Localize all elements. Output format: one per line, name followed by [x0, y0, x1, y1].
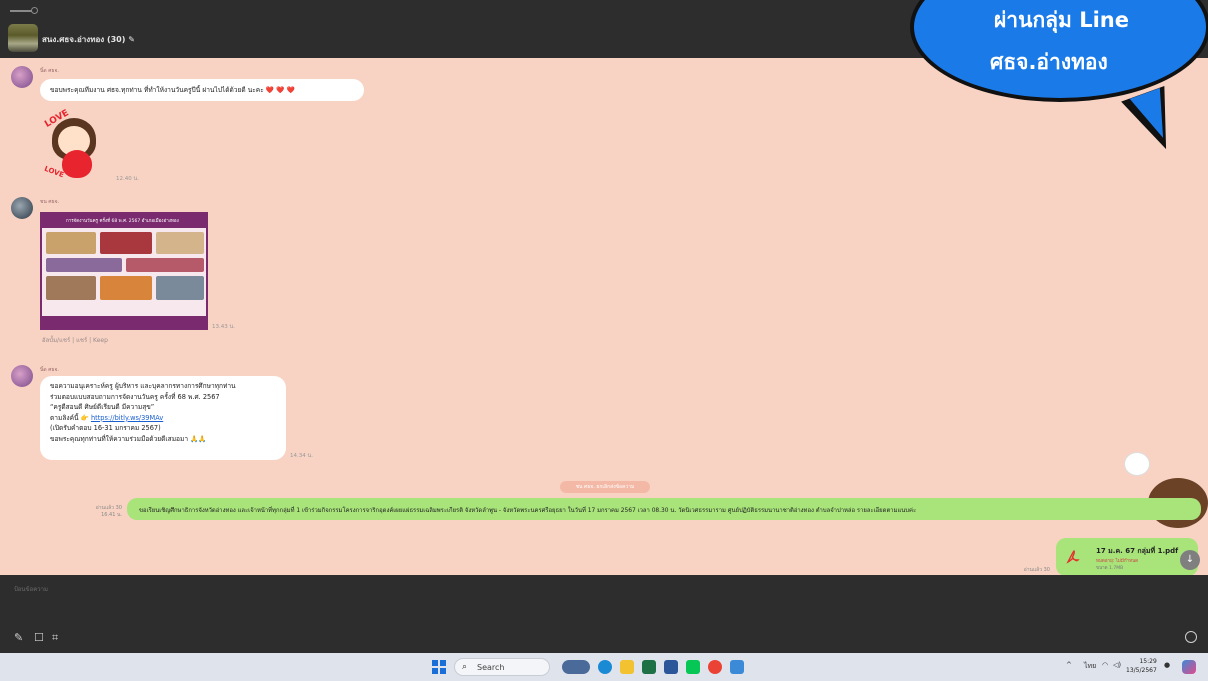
love-sticker[interactable]: LOVE LOVE [38, 108, 110, 184]
read-receipt: อ่านแล้ว 30 16.41 น. [76, 505, 122, 519]
copilot-icon[interactable] [1182, 660, 1196, 674]
overlay-text: ผ่านกลุ่ม Line [994, 8, 1129, 32]
message-link[interactable]: https://bitly.ws/39MAv [91, 414, 163, 422]
poster-photo [100, 276, 152, 300]
poster-image[interactable]: การจัดงานวันครู ครั้งที่ 68 พ.ศ. 2567 อำ… [40, 212, 208, 330]
group-avatar[interactable] [8, 24, 38, 52]
group-title[interactable]: สนง.ศธจ.อ่างทอง (30) ✎ [42, 33, 135, 46]
taskbar: ⌕ Search ^ ไทย ◠ ◁) 15:29 13/5/2567 ● [0, 653, 1208, 681]
group-title-text: สนง.ศธจ.อ่างทอง (30) [42, 35, 126, 44]
image-viewer-icon[interactable] [730, 660, 744, 674]
clock-date: 13/5/2567 [1126, 667, 1157, 674]
message-actions[interactable]: อัลบั้ม/แชร์ | แชร์ | Keep [42, 335, 108, 345]
overlay-text: ศธจ.อ่างทอง [990, 50, 1108, 74]
file-size: ขนาด 1.7MB [1096, 566, 1124, 571]
poster-photo [46, 258, 122, 272]
poster-photo [46, 232, 96, 254]
message-text: ขอเรียนเชิญศึกษาธิการจังหวัดอ่างทอง และเ… [139, 508, 917, 514]
word-icon[interactable] [664, 660, 678, 674]
message-line: (เปิดรับคำตอบ 16-31 มกราคม 2567) [50, 424, 161, 433]
message-input-area[interactable]: ป้อนข้อความ ✎ ☐ ⌗ [0, 575, 1208, 653]
file-message[interactable]: 17 ม.ค. 67 กลุ่มที่ 1.pdf หมดอายุ: ไม่มี… [1056, 538, 1198, 576]
sender-name: ชน ศธจ. [40, 199, 60, 205]
excel-icon[interactable] [642, 660, 656, 674]
system-clock[interactable]: 15:29 13/5/2567 [1126, 657, 1157, 675]
volume-icon[interactable]: ◁) [1113, 661, 1121, 669]
message-input[interactable]: ป้อนข้อความ [14, 584, 48, 594]
message-line: ร่วมตอบแบบสอบถามการจัดงานวันครู ครั้งที่… [50, 392, 220, 401]
widgets-icon[interactable] [562, 660, 590, 674]
read-receipt: อ่านแล้ว 30 [1023, 567, 1050, 573]
search-icon: ⌕ [462, 662, 468, 672]
message-time: 16.41 น. [101, 512, 122, 518]
message-time: 13.43 น. [212, 324, 236, 330]
emoji-icon[interactable] [1185, 631, 1197, 643]
message-text: ขอบพระคุณทีมงาน ศธจ.ทุกท่าน ที่ทำให้งานว… [50, 86, 295, 94]
sender-avatar[interactable] [11, 365, 33, 387]
message-line: ขอพระคุณทุกท่านที่ให้ความร่วมมือด้วยดีเส… [50, 434, 207, 443]
attach-icon[interactable]: ✎ [14, 631, 23, 644]
poster-photo [126, 258, 204, 272]
search-label: Search [477, 663, 505, 672]
heart-icon [62, 150, 92, 178]
tray-chevron-icon[interactable]: ^ [1066, 661, 1072, 669]
sender-avatar[interactable] [11, 66, 33, 88]
message-bubble[interactable]: ขอความอนุเคราะห์ครู ผู้บริหาร และบุคลากร… [40, 376, 286, 460]
file-name: 17 ม.ค. 67 กลุ่มที่ 1.pdf [1096, 547, 1179, 555]
language-indicator[interactable]: ไทย [1084, 661, 1096, 672]
sender-name: นิ้ด ศธจ. [40, 68, 59, 74]
poster-title: การจัดงานวันครู ครั้งที่ 68 พ.ศ. 2567 อำ… [66, 219, 179, 224]
scroll-down-icon[interactable]: ↓ [1180, 550, 1200, 570]
message-text: ตามลิงค์นี้ 👉 [50, 413, 89, 422]
poster-photo [156, 232, 204, 254]
file-explorer-icon[interactable] [620, 660, 634, 674]
windows-start-icon[interactable] [432, 660, 446, 674]
message-time: 14.34 น. [290, 453, 314, 459]
sender-avatar[interactable] [11, 197, 33, 219]
edge-icon[interactable] [598, 660, 612, 674]
message-line: ตามลิงค์นี้ 👉 https://bitly.ws/39MAv [50, 413, 276, 424]
message-line: “ครูดีสอนดี ศิษย์ดีเรียนดี มีความสุข” [50, 403, 155, 412]
message-time: 12.40 น. [116, 176, 140, 182]
sender-name: นิ้ด ศธจ. [40, 367, 59, 373]
read-count: อ่านแล้ว 30 [95, 505, 122, 511]
notification-bell-icon[interactable]: ● [1164, 661, 1170, 669]
file-expiry: หมดอายุ: ไม่มีกำหนด [1096, 559, 1139, 564]
poster-photo [46, 276, 96, 300]
clock-time: 15:29 [1139, 658, 1157, 665]
edit-icon[interactable]: ✎ [128, 35, 135, 44]
pdf-icon [1066, 550, 1080, 564]
taskbar-search[interactable]: ⌕ Search [454, 658, 550, 676]
window-line-icon [10, 10, 32, 12]
poster-header: การจัดงานวันครู ครั้งที่ 68 พ.ศ. 2567 อำ… [42, 214, 206, 228]
message-line: ขอความอนุเคราะห์ครู ผู้บริหาร และบุคลากร… [50, 382, 236, 390]
message-bubble[interactable]: ขอบพระคุณทีมงาน ศธจ.ทุกท่าน ที่ทำให้งานว… [40, 79, 364, 101]
bookmark-icon[interactable]: ☐ [34, 631, 44, 644]
poster-photo [156, 276, 204, 300]
line-app-icon[interactable] [686, 660, 700, 674]
wifi-icon[interactable]: ◠ [1102, 661, 1108, 669]
pin-icon[interactable] [31, 7, 38, 14]
sent-message-bubble[interactable]: ขอเรียนเชิญศึกษาธิการจังหวัดอ่างทอง และเ… [127, 498, 1201, 520]
chrome-icon[interactable] [708, 660, 722, 674]
crop-icon[interactable]: ⌗ [52, 631, 58, 645]
poster-photo [100, 232, 152, 254]
system-note: ชน ศธจ. ยกเลิกส่งข้อความ [560, 481, 650, 493]
poster-footer [42, 316, 206, 328]
